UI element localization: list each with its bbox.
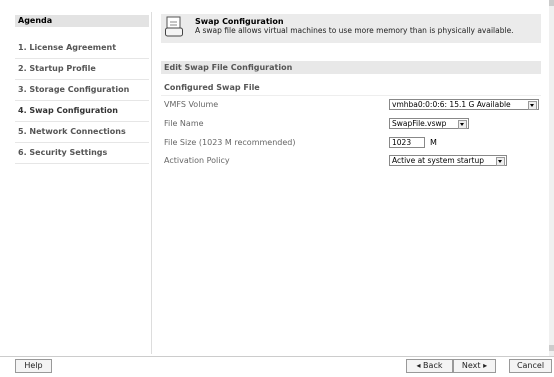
subsection-divider xyxy=(161,95,541,96)
scroll-up-arrow[interactable] xyxy=(549,0,554,6)
vmfs-volume-select[interactable]: vmhba0:0:0:6: 15.1 G Available xyxy=(389,99,539,110)
agenda-title: Agenda xyxy=(15,15,149,27)
section-title: Edit Swap File Configuration xyxy=(161,61,541,74)
file-size-label: File Size (1023 M recommended) xyxy=(164,138,296,147)
footer-divider xyxy=(0,356,554,357)
vmfs-volume-value: vmhba0:0:0:6: 15.1 G Available xyxy=(392,100,511,109)
agenda-item-license[interactable]: 1. License Agreement xyxy=(15,38,149,59)
agenda-item-security[interactable]: 6. Security Settings xyxy=(15,143,149,164)
agenda-item-startup[interactable]: 2. Startup Profile xyxy=(15,59,149,80)
sidebar-divider xyxy=(151,12,152,354)
agenda-item-swap[interactable]: 4. Swap Configuration xyxy=(15,101,149,122)
chevron-down-icon xyxy=(496,157,505,166)
page-banner: Swap Configuration A swap file allows vi… xyxy=(161,14,541,43)
document-icon xyxy=(165,16,183,38)
activation-policy-select[interactable]: Active at system startup xyxy=(389,155,507,166)
scroll-down-arrow[interactable] xyxy=(549,345,554,351)
subsection-title: Configured Swap File xyxy=(164,83,260,92)
agenda-item-storage[interactable]: 3. Storage Configuration xyxy=(15,80,149,101)
agenda-sidebar: Agenda 1. License Agreement 2. Startup P… xyxy=(15,15,149,350)
file-size-unit: M xyxy=(430,138,437,147)
cancel-button[interactable]: Cancel xyxy=(509,359,552,373)
vertical-scrollbar[interactable] xyxy=(549,0,554,356)
activation-policy-label: Activation Policy xyxy=(164,156,230,165)
back-button[interactable]: ◂ Back xyxy=(406,359,453,373)
activation-policy-value: Active at system startup xyxy=(392,156,484,165)
file-name-value: SwapFile.vswp xyxy=(392,119,447,128)
page-description: A swap file allows virtual machines to u… xyxy=(195,26,514,35)
file-name-label: File Name xyxy=(164,119,204,128)
chevron-down-icon xyxy=(458,120,467,129)
file-size-input[interactable]: 1023 xyxy=(389,137,425,148)
chevron-down-icon xyxy=(528,101,537,110)
next-button[interactable]: Next ▸ xyxy=(453,359,496,373)
page-title: Swap Configuration xyxy=(195,17,284,26)
help-button[interactable]: Help xyxy=(15,359,52,373)
agenda-item-network[interactable]: 5. Network Connections xyxy=(15,122,149,143)
file-name-select[interactable]: SwapFile.vswp xyxy=(389,118,469,129)
vmfs-volume-label: VMFS Volume xyxy=(164,100,219,109)
